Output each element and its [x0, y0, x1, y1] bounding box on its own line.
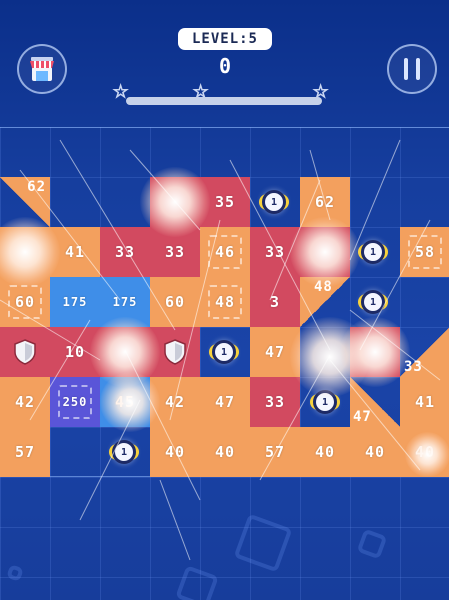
block-value: 47	[264, 343, 286, 361]
extra-ball-pickup: 1	[112, 440, 136, 464]
number-block: 62	[300, 177, 350, 227]
shield-icon	[164, 339, 186, 365]
shop-stall-icon	[30, 57, 54, 81]
number-block: 60	[0, 277, 50, 327]
shield-icon	[14, 339, 36, 365]
block-value: 62	[314, 193, 336, 211]
level-indicator: LEVEL:5	[178, 28, 272, 50]
number-block: 33	[250, 377, 300, 427]
number-block: 40	[200, 427, 250, 477]
glowing-block	[150, 177, 200, 227]
block-value: 40	[414, 443, 436, 461]
number-block: 40	[150, 427, 200, 477]
number-block: 175	[100, 277, 150, 327]
pause-button[interactable]	[387, 44, 437, 94]
block-value: 45	[114, 393, 136, 411]
number-block: 46	[200, 227, 250, 277]
score-counter: 0	[218, 54, 232, 78]
number-block: 35	[200, 177, 250, 227]
level-progress-bar	[126, 97, 322, 105]
block-value: 46	[214, 243, 236, 261]
number-block: 48	[200, 277, 250, 327]
triangle-block: 48	[300, 277, 350, 327]
shield-block	[150, 327, 200, 377]
block-value: 60	[14, 293, 36, 311]
block-value: 40	[314, 443, 336, 461]
number-block: 45	[100, 377, 150, 427]
triangle-block: 62	[0, 177, 50, 227]
block-value: 48	[214, 293, 236, 311]
block-value: 250	[62, 395, 88, 409]
block-value: 33	[404, 359, 423, 375]
block-value: 42	[164, 393, 186, 411]
number-block: 47	[200, 377, 250, 427]
number-block: 250	[50, 377, 100, 427]
number-block: 40	[400, 427, 449, 477]
number-block: 40	[300, 427, 350, 477]
number-block: 57	[250, 427, 300, 477]
extra-ball-pickup: 1	[361, 290, 385, 314]
number-block: 10	[50, 327, 100, 377]
number-block: 42	[0, 377, 50, 427]
glowing-block	[0, 227, 50, 277]
block-value: 40	[364, 443, 386, 461]
extra-ball-pickup: 1	[262, 190, 286, 214]
glowing-block	[350, 327, 400, 377]
triangle-block: 33	[400, 327, 449, 377]
block-value: 40	[164, 443, 186, 461]
glowing-block	[300, 227, 350, 277]
block-value: 41	[414, 393, 436, 411]
number-block: 33	[150, 227, 200, 277]
block-value: 41	[64, 243, 86, 261]
number-block: 33	[250, 227, 300, 277]
block-value: 33	[164, 243, 186, 261]
block-value: 40	[214, 443, 236, 461]
shop-button[interactable]	[17, 44, 67, 94]
block-value: 33	[264, 243, 286, 261]
number-block: 175	[50, 277, 100, 327]
number-block: 33	[100, 227, 150, 277]
block-value: 62	[27, 179, 46, 195]
block-value: 57	[14, 443, 36, 461]
pause-icon	[404, 58, 420, 80]
block-value: 175	[112, 295, 138, 309]
block-value: 35	[214, 193, 236, 211]
glowing-block	[100, 327, 150, 377]
top-boundary-line	[0, 127, 449, 128]
extra-ball-pickup: 1	[313, 390, 337, 414]
number-block: 57	[0, 427, 50, 477]
block-value: 58	[414, 243, 436, 261]
number-block: 40	[350, 427, 400, 477]
extra-ball-pickup: 1	[361, 240, 385, 264]
block-value: 10	[64, 343, 86, 361]
block-value: 60	[164, 293, 186, 311]
shield-block	[0, 327, 50, 377]
number-block: 47	[250, 327, 300, 377]
extra-ball-pickup: 1	[212, 340, 236, 364]
block-value: 175	[62, 295, 88, 309]
block-value: 47	[214, 393, 236, 411]
triangle-block: 47	[350, 377, 400, 427]
number-block: 41	[400, 377, 449, 427]
number-block: 60	[150, 277, 200, 327]
block-value: 57	[264, 443, 286, 461]
number-block: 3	[250, 277, 300, 327]
game-board[interactable]: 62 35 1 62 41 33 33 46 33 1 58 60 175 17…	[0, 167, 449, 477]
block-value: 47	[353, 409, 372, 425]
number-block: 58	[400, 227, 449, 277]
block-value: 3	[269, 293, 281, 311]
block-value: 33	[264, 393, 286, 411]
number-block: 42	[150, 377, 200, 427]
block-value: 33	[114, 243, 136, 261]
number-block: 41	[50, 227, 100, 277]
block-value: 48	[314, 279, 333, 295]
block-value: 42	[14, 393, 36, 411]
